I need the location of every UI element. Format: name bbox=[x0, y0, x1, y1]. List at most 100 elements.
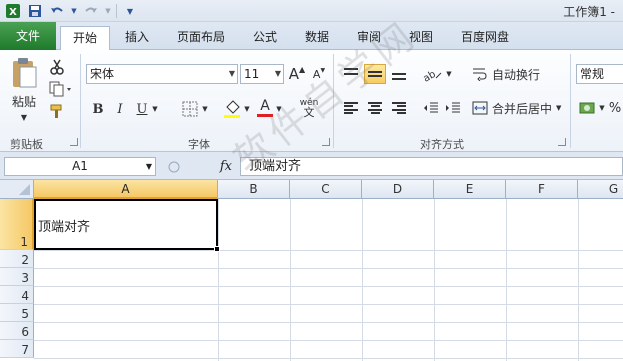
number-format-combo[interactable]: 常规 bbox=[576, 64, 623, 84]
fill-handle[interactable] bbox=[214, 246, 220, 252]
excel-logo-icon[interactable]: X bbox=[4, 2, 22, 20]
tab-file[interactable]: 文件 bbox=[0, 22, 56, 50]
decrease-indent-icon[interactable] bbox=[420, 98, 442, 118]
workbook-title: 工作簿1 - bbox=[563, 5, 615, 19]
top-align-button[interactable] bbox=[340, 64, 362, 84]
font-size-combo[interactable]: 11 ▼ bbox=[240, 64, 284, 84]
font-color-button[interactable]: A bbox=[256, 96, 274, 118]
column-header-a[interactable]: A bbox=[34, 180, 218, 199]
underline-button[interactable]: U bbox=[134, 100, 150, 118]
phonetic-icon: 文 bbox=[303, 106, 315, 119]
bottom-align-button[interactable] bbox=[388, 64, 410, 84]
fill-color-dropdown-icon[interactable]: ▼ bbox=[242, 100, 252, 118]
quick-access-toolbar: X ▼ ▼ ▼ bbox=[4, 2, 139, 20]
group-separator bbox=[570, 54, 571, 148]
name-box[interactable]: A1 ▼ bbox=[4, 157, 156, 176]
column-header-g[interactable]: G bbox=[578, 180, 623, 199]
fill-color-icon[interactable] bbox=[222, 98, 242, 120]
font-launcher-icon[interactable] bbox=[322, 138, 330, 146]
paste-icon[interactable] bbox=[8, 56, 40, 90]
redo-dropdown-icon[interactable]: ▼ bbox=[104, 2, 112, 20]
chevron-down-icon[interactable]: ▼ bbox=[275, 65, 281, 83]
row-header-1[interactable]: 1 bbox=[0, 199, 34, 250]
orientation-icon[interactable]: ab bbox=[420, 64, 444, 84]
percent-style-button[interactable]: % bbox=[608, 98, 622, 118]
resize-handle-icon[interactable] bbox=[166, 160, 182, 174]
tab-view[interactable]: 视图 bbox=[398, 26, 444, 50]
align-left-button[interactable] bbox=[340, 98, 362, 118]
row-header-5[interactable]: 5 bbox=[0, 304, 34, 322]
align-left-icon bbox=[344, 102, 358, 114]
increase-indent-icon[interactable] bbox=[442, 98, 464, 118]
font-size-value: 11 bbox=[244, 67, 260, 81]
tab-data[interactable]: 数据 bbox=[294, 26, 340, 50]
redo-icon[interactable] bbox=[82, 2, 100, 20]
cell-a1[interactable]: 顶端对齐 bbox=[34, 199, 218, 250]
tab-home[interactable]: 开始 bbox=[60, 26, 110, 51]
borders-dropdown-icon[interactable]: ▼ bbox=[200, 100, 210, 118]
orientation-dropdown-icon[interactable]: ▼ bbox=[444, 64, 454, 84]
underline-dropdown-icon[interactable]: ▼ bbox=[150, 100, 160, 118]
tab-review[interactable]: 审阅 bbox=[346, 26, 392, 50]
undo-icon[interactable] bbox=[48, 2, 66, 20]
row-header-2[interactable]: 2 bbox=[0, 250, 34, 268]
accounting-dropdown-icon[interactable]: ▼ bbox=[598, 98, 606, 118]
wrap-text-icon bbox=[473, 68, 487, 81]
column-header-d[interactable]: D bbox=[362, 180, 434, 199]
gridline bbox=[290, 199, 291, 361]
gridline bbox=[34, 250, 623, 251]
bold-button[interactable]: B bbox=[90, 100, 106, 118]
clipboard-group-label: 剪贴板 bbox=[10, 138, 43, 151]
shrink-font-button[interactable]: A ▼ bbox=[310, 64, 328, 84]
tab-baidu-netdisk[interactable]: 百度网盘 bbox=[450, 26, 520, 50]
insert-function-button[interactable]: fx bbox=[220, 159, 232, 174]
column-header-b[interactable]: B bbox=[218, 180, 290, 199]
phonetic-guide-button[interactable]: wén 文 bbox=[296, 96, 322, 120]
formula-controls: fx bbox=[160, 157, 238, 176]
formula-input[interactable]: 顶端对齐 bbox=[240, 157, 623, 176]
gridline bbox=[506, 199, 507, 361]
ribbon: 粘贴 ▼ 剪贴板 宋体 ▼ 11 ▼ A ▲ A ▼ B I U ▼ ▼ ▼ A ▼… bbox=[0, 50, 623, 152]
middle-align-button[interactable] bbox=[364, 64, 386, 84]
font-color-glyph: A bbox=[260, 97, 270, 114]
select-all-corner[interactable] bbox=[0, 180, 34, 199]
chevron-down-icon[interactable]: ▼ bbox=[229, 65, 235, 83]
undo-dropdown-icon[interactable]: ▼ bbox=[70, 2, 78, 20]
font-color-dropdown-icon[interactable]: ▼ bbox=[274, 100, 284, 118]
save-icon[interactable] bbox=[26, 2, 44, 20]
borders-icon[interactable] bbox=[180, 100, 200, 118]
clipboard-launcher-icon[interactable] bbox=[70, 138, 78, 146]
row-header-7[interactable]: 7 bbox=[0, 340, 34, 358]
italic-button[interactable]: I bbox=[112, 100, 128, 118]
font-name-combo[interactable]: 宋体 ▼ bbox=[86, 64, 238, 84]
wrap-text-button[interactable]: 自动换行 bbox=[472, 64, 552, 84]
customize-qat-icon[interactable]: ▼ bbox=[121, 2, 139, 20]
paste-label[interactable]: 粘贴 bbox=[8, 94, 40, 109]
merge-center-label: 合并后居中 bbox=[492, 101, 553, 116]
cut-icon[interactable] bbox=[48, 58, 66, 76]
paste-dropdown-icon[interactable]: ▼ bbox=[16, 112, 32, 122]
worksheet-grid[interactable]: A B C D E F G 1 2 3 4 5 6 7 顶端对齐 bbox=[0, 180, 623, 361]
column-header-e[interactable]: E bbox=[434, 180, 506, 199]
align-right-icon bbox=[392, 102, 406, 114]
copy-icon[interactable] bbox=[48, 80, 74, 98]
row-header-6[interactable]: 6 bbox=[0, 322, 34, 340]
column-header-f[interactable]: F bbox=[506, 180, 578, 199]
merge-center-button[interactable]: 合并后居中 ▼ bbox=[472, 98, 568, 118]
column-header-c[interactable]: C bbox=[290, 180, 362, 199]
gridline bbox=[34, 304, 623, 305]
format-painter-icon[interactable] bbox=[48, 102, 66, 120]
gridline bbox=[218, 199, 219, 361]
row-header-3[interactable]: 3 bbox=[0, 268, 34, 286]
grow-font-button[interactable]: A ▲ bbox=[288, 64, 306, 84]
row-header-4[interactable]: 4 bbox=[0, 286, 34, 304]
merge-dropdown-icon[interactable]: ▼ bbox=[556, 104, 561, 112]
align-center-button[interactable] bbox=[364, 98, 386, 118]
tab-formulas[interactable]: 公式 bbox=[242, 26, 288, 50]
accounting-format-icon[interactable] bbox=[578, 98, 598, 118]
chevron-down-icon[interactable]: ▼ bbox=[146, 158, 152, 175]
tab-insert[interactable]: 插入 bbox=[114, 26, 160, 50]
tab-page-layout[interactable]: 页面布局 bbox=[166, 26, 236, 50]
align-right-button[interactable] bbox=[388, 98, 410, 118]
alignment-launcher-icon[interactable] bbox=[558, 138, 566, 146]
